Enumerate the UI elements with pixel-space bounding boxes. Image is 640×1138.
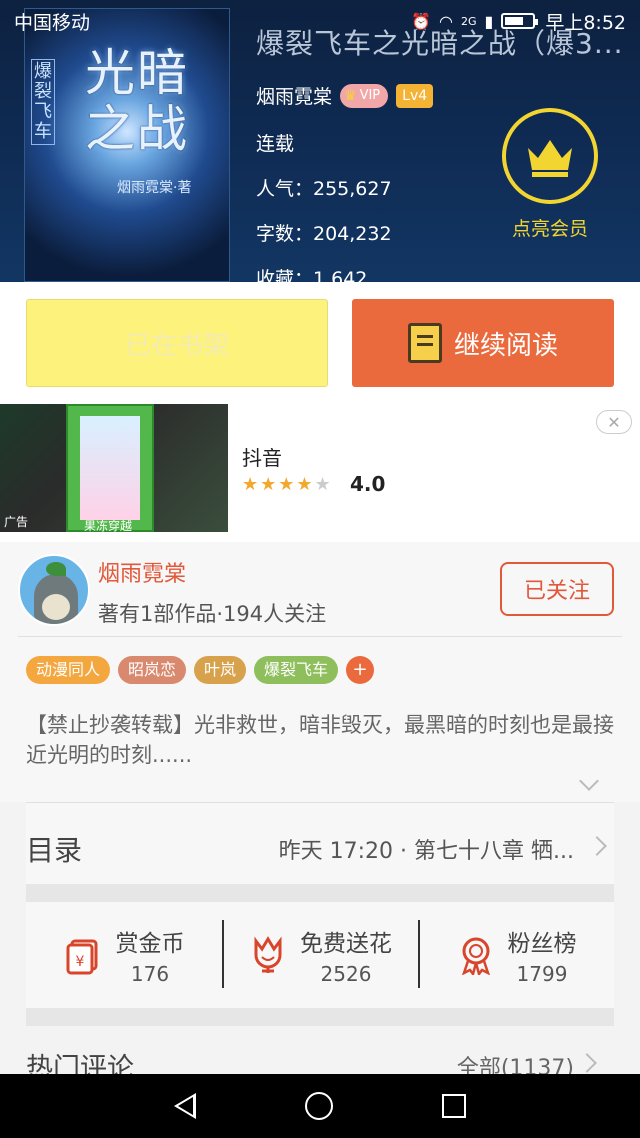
tag-chip[interactable]: 爆裂飞车 [254,656,339,684]
chevron-right-icon [577,1053,597,1073]
ad-phone-graphic [66,404,154,532]
book-favorites: 收藏：1,642 [256,268,368,282]
carrier-label: 中国移动 [14,11,91,34]
ad-tag: 广告 [4,515,29,529]
avatar[interactable] [18,554,90,626]
stat-label: 粉丝榜 [507,931,577,957]
cover-series: 爆裂飞车 [31,59,55,145]
tag-chip[interactable]: 叶岚 [194,656,247,684]
book-icon [407,323,442,363]
membership-button[interactable] [502,108,598,204]
action-bar: 已在书架 继续阅读 [0,282,640,404]
battery-icon [501,13,539,29]
reward-coin-button[interactable]: ¥ 赏金币 176 [26,902,222,1008]
stat-value: 1799 [516,962,568,986]
svg-text:¥: ¥ [75,954,84,970]
stats-row: ¥ 赏金币 176 免费送花 2526 粉丝榜 1799 [26,902,614,1008]
crown-icon: ♛ [344,87,357,104]
crown-icon [528,140,572,177]
stat-label: 免费送花 [300,931,392,957]
continue-reading-label: 继续阅读 [453,330,558,361]
followed-button[interactable]: 已关注 [500,562,614,616]
ad-subtitle: 果冻穿越 [84,519,133,532]
divider [18,636,622,637]
ad-image[interactable]: 广告 果冻穿越 [0,404,228,532]
status-time: 早上8:52 [545,11,626,34]
signal-icon: ▮ [484,11,494,31]
in-bookshelf-button[interactable]: 已在书架 [26,299,328,387]
tag-list: 动漫同人 昭岚恋 叶岚 爆裂飞车 + [26,656,375,684]
back-icon[interactable] [174,1093,197,1119]
book-header: 中国移动 ⏰ ◠ 2G ▮ 早上8:52 爆裂飞车 光暗之战 烟雨霓棠·著 爆裂… [0,0,640,282]
free-flower-button[interactable]: 免费送花 2526 [222,902,418,1008]
book-intro[interactable]: 【禁止抄袭转载】光非救世，暗非毁灭，最黑暗的时刻也是最接近光明的时刻...... [26,710,616,770]
stat-value: 2526 [320,962,372,986]
ad-banner[interactable]: 广告 果冻穿越 抖音 ★★★★★ 4.0 ✕ [0,404,640,542]
wifi-icon: ◠ [439,11,453,31]
close-icon[interactable]: ✕ [596,410,632,434]
chevron-right-icon [587,836,607,856]
hot-comments-title: 热门评论 [26,1053,134,1074]
ad-rating: 4.0 [350,472,386,496]
alarm-icon: ⏰ [411,11,432,31]
stat-label: 赏金币 [115,931,185,957]
stat-value: 176 [130,962,170,986]
membership-label[interactable]: 点亮会员 [500,214,600,241]
fan-ranking-button[interactable]: 粉丝榜 1799 [418,902,614,1008]
recent-apps-icon[interactable] [441,1094,466,1118]
chevron-down-icon[interactable] [579,771,599,791]
level-badge: Lv4 [396,83,434,108]
home-icon[interactable] [304,1092,333,1120]
add-tag-button[interactable]: + [346,656,375,684]
reward-coin-icon: ¥ [66,939,97,975]
tag-chip[interactable]: 昭岚恋 [118,656,187,684]
catalog-row[interactable]: 目录 昨天 17:20 · 第七十八章 牺... [26,802,614,888]
all-comments-link[interactable]: 全部(1137) [457,1050,574,1074]
continue-reading-button[interactable]: 继续阅读 [352,299,614,387]
section-divider [26,884,614,902]
fan-ranking-icon [461,937,490,975]
author-name[interactable]: 烟雨霓棠 [98,556,186,588]
network-type: 2G [460,14,477,28]
book-author[interactable]: 烟雨霓棠 [256,82,332,109]
flower-icon [254,936,282,973]
ad-app-name: 抖音 [242,446,282,470]
status-bar: 中国移动 ⏰ ◠ 2G ▮ 早上8:52 [0,0,640,42]
author-stats: 著有1部作品·194人关注 [98,602,327,626]
cover-author: 烟雨霓棠·著 [117,180,192,196]
catalog-title: 目录 [26,834,83,867]
catalog-latest-chapter: 昨天 17:20 · 第七十八章 牺... [278,839,574,864]
book-cover[interactable]: 爆裂飞车 光暗之战 烟雨霓棠·著 [24,8,230,282]
rating-stars: ★★★★★ [242,474,333,495]
vip-badge: ♛ VIP [340,83,389,108]
cover-title: 光暗之战 [85,44,189,158]
tag-chip[interactable]: 动漫同人 [26,656,111,684]
author-card: 烟雨霓棠 著有1部作品·194人关注 已关注 动漫同人 昭岚恋 叶岚 爆裂飞车 … [0,542,640,802]
hot-comments-header[interactable]: 热门评论 全部(1137) [26,1040,614,1074]
system-nav-bar [0,1074,640,1138]
section-divider [26,1008,614,1026]
